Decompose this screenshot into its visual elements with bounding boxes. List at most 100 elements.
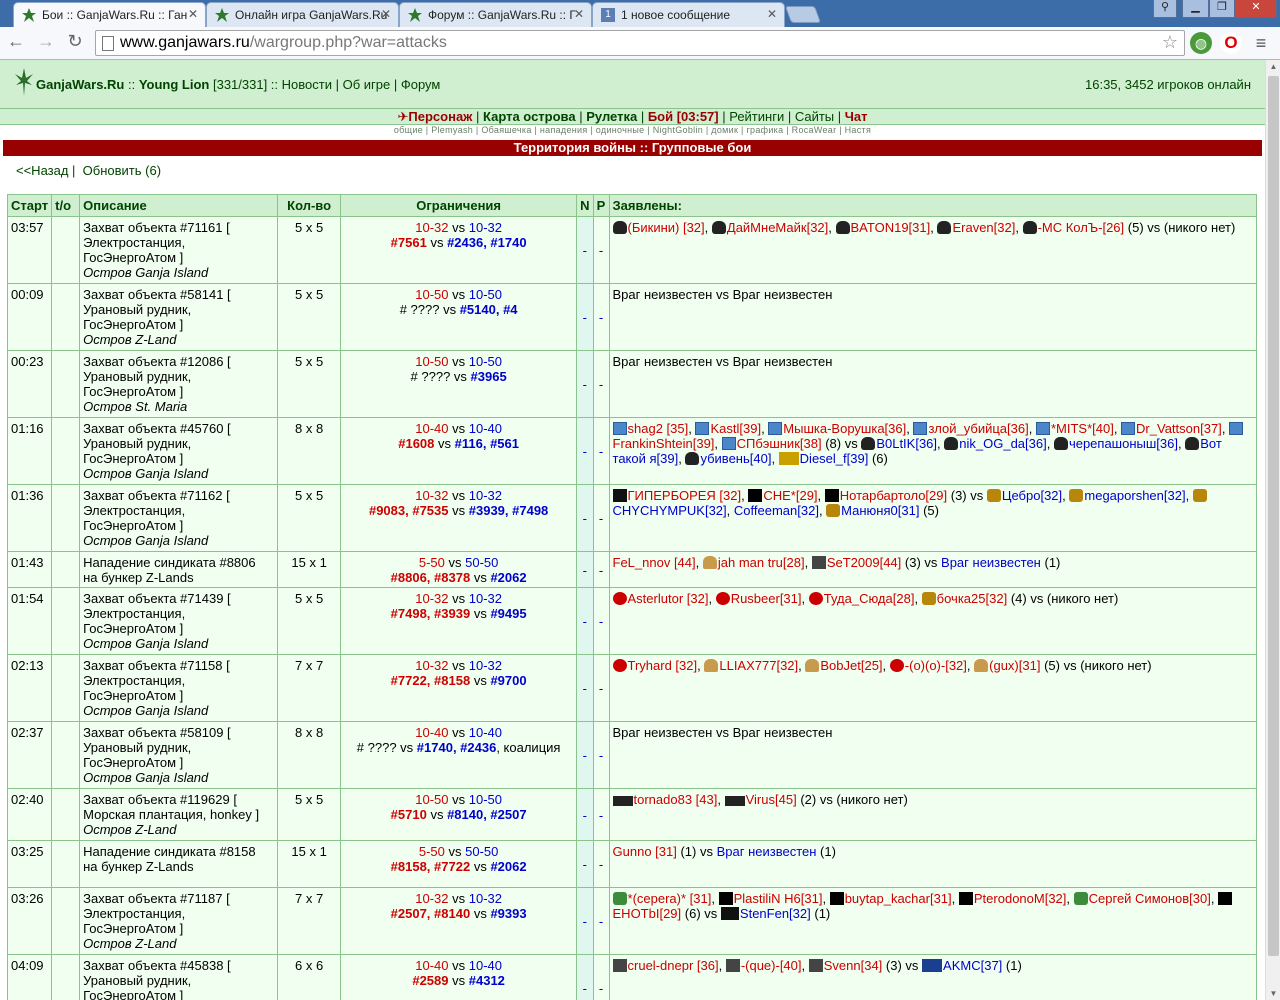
n-cell[interactable]: - xyxy=(576,283,594,351)
menu-map[interactable]: Карта острова xyxy=(483,109,576,124)
n-cell[interactable]: - xyxy=(576,551,594,588)
sub-menu[interactable]: общие | Plemyash | Обаяшечка | нападения… xyxy=(0,125,1265,139)
player-entry[interactable]: -(o)(o)-[32] xyxy=(889,658,967,673)
p-cell[interactable]: - xyxy=(592,484,610,552)
close-tab-icon[interactable]: ✕ xyxy=(188,7,198,21)
player-entry[interactable]: Сергей Симонов[30] xyxy=(1073,891,1211,906)
p-cell[interactable]: - xyxy=(592,587,610,655)
player-entry[interactable]: cruel-dnepr [36] xyxy=(612,958,719,973)
reload-icon[interactable]: ↻ xyxy=(64,31,86,52)
close-tab-icon[interactable]: ✕ xyxy=(381,7,391,21)
forum-link[interactable]: Форум xyxy=(401,77,441,92)
n-cell[interactable]: - xyxy=(576,788,594,841)
player-entry[interactable]: бочка25[32] xyxy=(921,591,1007,606)
menu-fight[interactable]: Бой [03:57] xyxy=(648,109,719,124)
menu-ratings[interactable]: Рейтинги xyxy=(729,109,784,124)
back-link[interactable]: <<Назад xyxy=(16,163,68,178)
brand-link[interactable]: GanjaWars.Ru xyxy=(36,77,124,92)
menu-person[interactable]: Персонаж xyxy=(408,109,472,124)
maximize-button[interactable]: ❐ xyxy=(1209,0,1235,18)
col-start[interactable]: Старт xyxy=(6,194,53,217)
n-cell[interactable]: - xyxy=(576,587,594,655)
new-tab-button[interactable] xyxy=(784,6,822,23)
scroll-thumb[interactable] xyxy=(1268,76,1279,956)
scrollbar[interactable]: ▲ ▼ xyxy=(1265,60,1280,1000)
player-entry[interactable]: B0LtIK[36] xyxy=(861,436,937,451)
globe-extension-icon[interactable]: ◍ xyxy=(1190,32,1212,54)
n-cell[interactable]: - xyxy=(576,887,594,955)
p-cell[interactable]: - xyxy=(592,654,610,722)
player-entry[interactable]: nik_OG_da[36] xyxy=(944,436,1047,451)
p-cell[interactable]: - xyxy=(592,350,610,418)
n-cell[interactable]: - xyxy=(576,954,594,1000)
player-entry[interactable]: СНЕ*[29] xyxy=(748,488,818,503)
menu-roulette[interactable]: Рулетка xyxy=(586,109,637,124)
n-cell[interactable]: - xyxy=(576,654,594,722)
scroll-down-icon[interactable]: ▼ xyxy=(1266,989,1280,998)
player-entry[interactable]: (Бикини) [32] xyxy=(612,220,705,235)
player-entry[interactable]: убивень[40] xyxy=(685,451,771,466)
opera-extension-icon[interactable]: O xyxy=(1220,32,1242,54)
player-entry[interactable]: LLIAX777[32] xyxy=(704,658,798,673)
tab-3[interactable]: Форум :: GanjaWars.Ru :: Г ✕ xyxy=(399,2,592,27)
player-entry[interactable]: (gux)[31] xyxy=(974,658,1040,673)
close-window-button[interactable]: ✕ xyxy=(1235,0,1277,18)
about-link[interactable]: Об игре xyxy=(343,77,391,92)
menu-chat[interactable]: Чат xyxy=(845,109,868,124)
n-cell[interactable]: - xyxy=(576,417,594,485)
p-cell[interactable]: - xyxy=(592,283,610,351)
p-cell[interactable]: - xyxy=(592,788,610,841)
close-tab-icon[interactable]: ✕ xyxy=(767,7,777,21)
player-entry[interactable]: Rusbeer[31] xyxy=(715,591,802,606)
player-entry[interactable]: -MC КолЪ-[26] xyxy=(1022,220,1124,235)
forward-arrow-icon[interactable]: → xyxy=(35,31,57,52)
player-entry[interactable]: Virus[45] xyxy=(724,792,797,807)
news-link[interactable]: Новости xyxy=(282,77,332,92)
player-entry[interactable]: СПбэшник[38] xyxy=(721,436,822,451)
player-entry[interactable]: BATON19[31] xyxy=(835,220,930,235)
player-entry[interactable]: Tryhard [32] xyxy=(612,658,697,673)
player-entry[interactable]: Coffeeman[32] xyxy=(734,503,819,518)
close-tab-icon[interactable]: ✕ xyxy=(574,7,584,21)
refresh-link[interactable]: Обновить (6) xyxy=(83,163,161,178)
player-entry[interactable]: Нотарбартоло[29] xyxy=(824,488,947,503)
n-cell[interactable]: - xyxy=(576,840,594,888)
player-entry[interactable]: Dr_Vattson[37] xyxy=(1121,421,1222,436)
player-entry[interactable]: tornado83 [43] xyxy=(612,792,717,807)
player-entry[interactable]: StenFen[32] xyxy=(720,906,811,921)
p-cell[interactable]: - xyxy=(592,954,610,1000)
player-entry[interactable]: Туда_Сюда[28] xyxy=(808,591,914,606)
player-entry[interactable]: megaporshen[32] xyxy=(1069,488,1186,503)
n-cell[interactable]: - xyxy=(576,484,594,552)
address-bar[interactable]: www.ganjawars.ru/wargroup.php?war=attack… xyxy=(95,30,1185,56)
player-entry[interactable]: Мышка-Ворушка[36] xyxy=(768,421,906,436)
n-cell[interactable]: - xyxy=(576,216,594,284)
p-cell[interactable]: - xyxy=(592,721,610,789)
player-entry[interactable]: BobJet[25] xyxy=(805,658,883,673)
back-arrow-icon[interactable]: ← xyxy=(5,31,27,52)
player-entry[interactable]: Svenn[34] xyxy=(808,958,882,973)
player-entry[interactable]: Eraven[32] xyxy=(937,220,1015,235)
player-entry[interactable]: Kastl[39] xyxy=(695,421,761,436)
p-cell[interactable]: - xyxy=(592,887,610,955)
player-entry[interactable]: SeT2009[44] xyxy=(811,555,901,570)
player-entry[interactable]: ДайМнеМайк[32] xyxy=(711,220,828,235)
player-entry[interactable]: PlastiliN H6[31] xyxy=(718,891,822,906)
menu-icon[interactable]: ≡ xyxy=(1250,32,1272,54)
player-entry[interactable]: FeL_nnov [44] xyxy=(613,555,696,570)
player-entry[interactable]: Цебро[32] xyxy=(986,488,1062,503)
player-entry[interactable]: AKMC[37] xyxy=(922,958,1002,973)
player-entry[interactable]: *(cepera)* [31] xyxy=(612,891,711,906)
p-cell[interactable]: - xyxy=(592,216,610,284)
player-entry[interactable]: ГИПЕРБОРЕЯ [32] xyxy=(612,488,741,503)
player-entry[interactable]: -(que)-[40] xyxy=(725,958,802,973)
player-entry[interactable]: Diesel_f[39] xyxy=(778,451,868,466)
player-entry[interactable]: злой_убийца[36] xyxy=(913,421,1029,436)
player-entry[interactable]: Asterlutor [32] xyxy=(612,591,708,606)
player-entry[interactable]: черепашоныш[36] xyxy=(1053,436,1178,451)
player-entry[interactable]: buytap_kachar[31] xyxy=(829,891,952,906)
p-cell[interactable]: - xyxy=(592,551,610,588)
minimize-button[interactable]: ▁ xyxy=(1182,0,1209,18)
p-cell[interactable]: - xyxy=(592,417,610,485)
n-cell[interactable]: - xyxy=(576,350,594,418)
